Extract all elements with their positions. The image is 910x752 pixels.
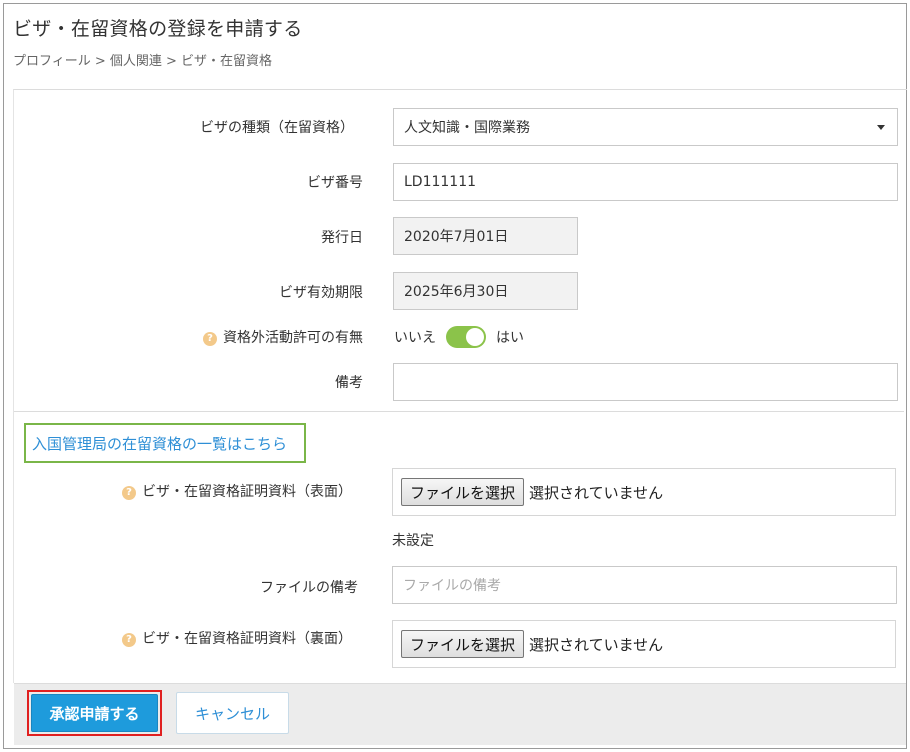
visa-number-label: ビザ番号 xyxy=(307,175,363,191)
toggle-knob xyxy=(466,328,484,346)
visa-type-label: ビザの種類（在留資格） xyxy=(200,120,354,136)
front-doc-label: ビザ・在留資格証明資料（表面） xyxy=(142,484,352,500)
back-doc-label: ビザ・在留資格証明資料（裏面） xyxy=(142,631,352,647)
status-list-link[interactable]: 入国管理局の在留資格の一覧はこちら xyxy=(32,433,287,454)
question-circle-icon[interactable]: ? xyxy=(122,633,136,647)
visa-type-value: 人文知識・国際業務 xyxy=(404,120,530,136)
back-doc-label-wrap: ? ビザ・在留資格証明資料（裏面） xyxy=(122,628,352,648)
work-permit-toggle-row: いいえ はい xyxy=(394,325,524,349)
remarks-input[interactable] xyxy=(393,363,898,401)
expiry-date-label: ビザ有効期限 xyxy=(279,285,363,301)
front-doc-file-status: 選択されていません xyxy=(529,483,664,502)
work-permit-label-wrap: ? 資格外活動許可の有無 xyxy=(203,327,363,347)
breadcrumb[interactable]: プロフィール > 個人関連 > ビザ・在留資格 xyxy=(13,50,272,69)
work-permit-label: 資格外活動許可の有無 xyxy=(223,330,363,346)
issue-date-value: 2020年7月01日 xyxy=(404,229,509,245)
front-doc-choose-file-button[interactable]: ファイルを選択 xyxy=(401,478,525,506)
front-doc-current: 未設定 xyxy=(392,533,434,549)
back-doc-file-input: ファイルを選択 選択されていません xyxy=(392,620,896,668)
visa-number-input[interactable]: LD111111 xyxy=(393,163,898,201)
back-doc-choose-file-button[interactable]: ファイルを選択 xyxy=(401,630,525,658)
expiry-date-field[interactable]: 2025年6月30日 xyxy=(393,272,578,310)
remarks-label: 備考 xyxy=(335,375,363,391)
visa-type-select[interactable]: 人文知識・国際業務 xyxy=(393,108,898,146)
question-circle-icon[interactable]: ? xyxy=(203,332,217,346)
section-divider xyxy=(14,411,904,412)
question-circle-icon[interactable]: ? xyxy=(122,486,136,500)
visa-number-value: LD111111 xyxy=(404,174,477,190)
issue-date-field[interactable]: 2020年7月01日 xyxy=(393,217,578,255)
front-doc-file-input: ファイルを選択 選択されていません xyxy=(392,468,896,516)
file-remarks-input[interactable]: ファイルの備考 xyxy=(392,566,897,604)
submit-approval-button[interactable]: 承認申請する xyxy=(31,694,158,732)
cancel-button[interactable]: キャンセル xyxy=(176,692,289,734)
back-doc-file-status: 選択されていません xyxy=(529,635,664,654)
front-doc-label-wrap: ? ビザ・在留資格証明資料（表面） xyxy=(122,481,352,501)
toggle-off-label: いいえ xyxy=(394,330,436,346)
issue-date-label: 発行日 xyxy=(321,230,363,246)
file-remarks-label: ファイルの備考 xyxy=(260,580,358,596)
page-title: ビザ・在留資格の登録を申請する xyxy=(13,18,303,40)
status-list-link-box: 入国管理局の在留資格の一覧はこちら xyxy=(24,423,306,463)
toggle-on-label: はい xyxy=(496,330,524,346)
work-permit-toggle[interactable] xyxy=(446,326,486,348)
file-remarks-placeholder: ファイルの備考 xyxy=(403,578,501,594)
expiry-date-value: 2025年6月30日 xyxy=(404,284,509,300)
caret-down-icon xyxy=(877,125,885,130)
